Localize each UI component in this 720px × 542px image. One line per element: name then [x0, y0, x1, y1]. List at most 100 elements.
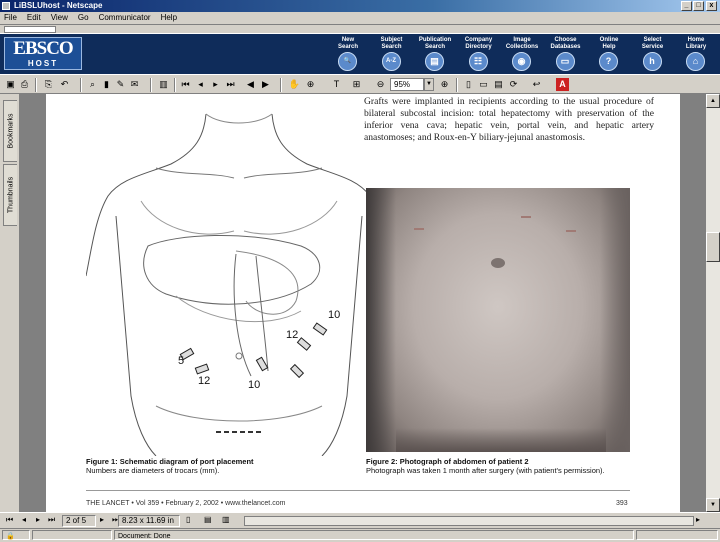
- maximize-button[interactable]: □: [693, 1, 704, 11]
- find-icon[interactable]: ⌕: [86, 78, 99, 91]
- hand-tool-icon[interactable]: ✋: [288, 78, 301, 91]
- show-hide-navigation-icon[interactable]: ▥: [157, 78, 170, 91]
- last-page-icon[interactable]: ⏭: [224, 78, 237, 91]
- last-page-nav-icon[interactable]: ⏭: [48, 515, 55, 527]
- toolbar-separator: [80, 78, 82, 92]
- nav-button-label-line2: Search: [337, 44, 358, 50]
- close-button[interactable]: x: [706, 1, 717, 11]
- zoom-in-icon[interactable]: ⊕: [438, 78, 451, 91]
- zoom-tool-icon[interactable]: ⊕: [304, 78, 317, 91]
- adobe-acrobat-icon[interactable]: A: [556, 78, 569, 91]
- databases-icon: ▭: [555, 52, 575, 71]
- company-icon: ☷: [468, 52, 488, 71]
- minimize-button[interactable]: _: [681, 1, 692, 11]
- zoom-out-icon[interactable]: ⊖: [374, 78, 387, 91]
- article-paragraph: Grafts were implanted in recipients acco…: [364, 96, 654, 143]
- nav-button-label-line2: Library: [685, 44, 707, 50]
- horizontal-scrollbar[interactable]: [244, 516, 694, 526]
- nav-button-label-line1: Company: [464, 37, 493, 43]
- menu-file[interactable]: File: [4, 13, 17, 22]
- reflow-icon[interactable]: ↩: [530, 78, 543, 91]
- status-component-bar: [636, 530, 718, 540]
- fit-page-icon[interactable]: ▭: [477, 78, 490, 91]
- next-page-nav-icon[interactable]: ▸: [36, 515, 40, 527]
- trocar-label-10-lower: 10: [248, 379, 260, 391]
- nav-button-company-directory[interactable]: Company Directory ☷: [457, 37, 501, 73]
- scroll-right-arrow-icon[interactable]: ▸: [696, 515, 700, 527]
- page-indicator[interactable]: 2 of 5: [62, 515, 96, 527]
- document-viewport[interactable]: 10 12 5 12 10 Grafts were implanted in r…: [20, 94, 706, 512]
- save-icon[interactable]: ▣: [4, 78, 17, 91]
- actual-size-icon[interactable]: ▯: [462, 78, 475, 91]
- nav-button-label-line2: Service: [641, 44, 664, 50]
- print-icon[interactable]: ⎙: [18, 78, 31, 91]
- nav-button-choose-databases[interactable]: Choose Databases ▭: [544, 37, 588, 73]
- menu-view[interactable]: View: [51, 13, 68, 22]
- undo-icon[interactable]: ↶: [58, 78, 71, 91]
- menu-bar: File Edit View Go Communicator Help: [0, 12, 720, 24]
- trocar-label-12-left: 12: [198, 375, 210, 387]
- nav-button-publication-search[interactable]: Publication Search ▤: [413, 37, 457, 73]
- security-lock-icon[interactable]: 🔒: [2, 530, 30, 540]
- figure-1-caption-text: Numbers are diameters of trocars (mm).: [86, 466, 220, 475]
- nav-button-label-line1: Publication: [418, 37, 452, 43]
- nav-button-home-library[interactable]: Home Library ⌂: [674, 37, 718, 73]
- first-page-nav-icon[interactable]: ⏮: [6, 515, 13, 527]
- library-icon: ⌂: [686, 52, 705, 71]
- nav-button-label-line2: Search: [424, 44, 445, 50]
- tab-bookmarks[interactable]: Bookmarks: [3, 100, 17, 162]
- tab-thumbnails[interactable]: Thumbnails: [3, 164, 17, 226]
- menu-help[interactable]: Help: [161, 13, 177, 22]
- netscape-app-icon: [2, 2, 10, 10]
- ebsco-banner: EBSCO HOST New Search 🔍 Subject Search A-Z Pub…: [0, 34, 720, 74]
- bookmark-icon[interactable]: ▮: [100, 78, 113, 91]
- text-select-icon[interactable]: T: [330, 78, 343, 91]
- toolbar-separator: [150, 78, 152, 92]
- next-page-icon[interactable]: ▸: [209, 78, 222, 91]
- fit-width-icon[interactable]: ▤: [492, 78, 505, 91]
- nav-button-subject-search[interactable]: Subject Search A-Z: [370, 37, 414, 73]
- scroll-thumb[interactable]: [706, 232, 720, 262]
- rotate-icon[interactable]: ⟳: [507, 78, 520, 91]
- first-page-icon[interactable]: ⏮: [179, 78, 192, 91]
- figure-2-caption-text: Photograph was taken 1 month after surge…: [366, 466, 605, 475]
- figure-2-abdomen-photograph: [366, 188, 630, 452]
- nav-button-select-service[interactable]: Select Service h: [631, 37, 675, 73]
- ebsco-host-logo[interactable]: EBSCO HOST: [4, 37, 82, 70]
- nav-button-online-help[interactable]: Online Help?: [587, 37, 631, 73]
- trocar-label-12-right: 12: [286, 329, 298, 341]
- title-bar: LiBSLUhost - Netscape _ □ x: [0, 0, 720, 12]
- nav-button-label-line2: Directory: [465, 44, 492, 50]
- comment-icon[interactable]: ✉: [128, 78, 141, 91]
- nav-button-label-line1: Select: [643, 37, 662, 43]
- scroll-up-arrow-icon[interactable]: ▲: [706, 94, 720, 108]
- vertical-scrollbar[interactable]: ▲ ▼: [706, 94, 720, 512]
- location-field[interactable]: [4, 26, 56, 33]
- menu-go[interactable]: Go: [78, 13, 89, 22]
- nav-button-new-search[interactable]: New Search 🔍: [326, 37, 370, 73]
- previous-page-icon[interactable]: ◂: [194, 78, 207, 91]
- pdf-page: 10 12 5 12 10 Grafts were implanted in r…: [46, 94, 680, 512]
- go-back-icon[interactable]: ◀: [244, 78, 257, 91]
- publication-icon: ▤: [425, 52, 444, 71]
- window-title: LiBSLUhost - Netscape: [14, 1, 103, 10]
- help-icon: ?: [599, 52, 618, 71]
- zoom-dropdown-arrow-icon[interactable]: ▼: [424, 78, 434, 91]
- single-page-icon[interactable]: ▯: [186, 515, 190, 527]
- continuous-icon[interactable]: ▤: [204, 515, 212, 527]
- scroll-down-arrow-icon[interactable]: ▼: [706, 498, 720, 512]
- go-forward-icon[interactable]: ▶: [259, 78, 272, 91]
- graphics-select-icon[interactable]: ⊞: [350, 78, 363, 91]
- zoom-level-field[interactable]: 95%: [390, 78, 424, 91]
- page-next-arrow-icon[interactable]: ▸: [100, 515, 104, 527]
- tab-thumbnails-label: Thumbnails: [7, 176, 15, 214]
- copy-icon[interactable]: ⎘: [42, 78, 55, 91]
- nav-button-label-line2: Databases: [550, 44, 581, 50]
- prev-page-nav-icon[interactable]: ◂: [22, 515, 26, 527]
- menu-edit[interactable]: Edit: [27, 13, 41, 22]
- menu-communicator[interactable]: Communicator: [99, 13, 151, 22]
- attach-icon[interactable]: ✎: [114, 78, 127, 91]
- page-footer-rule: [86, 490, 630, 491]
- nav-button-image-collections[interactable]: Image Collections ◉: [500, 37, 544, 73]
- facing-icon[interactable]: ▥: [222, 515, 230, 527]
